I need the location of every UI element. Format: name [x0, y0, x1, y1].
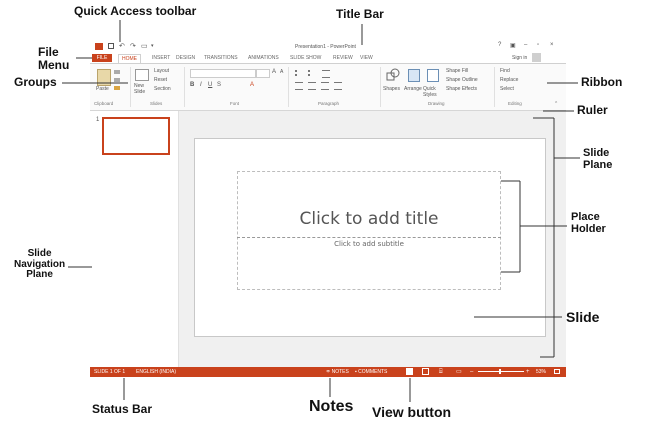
callout-lines [62, 20, 580, 402]
